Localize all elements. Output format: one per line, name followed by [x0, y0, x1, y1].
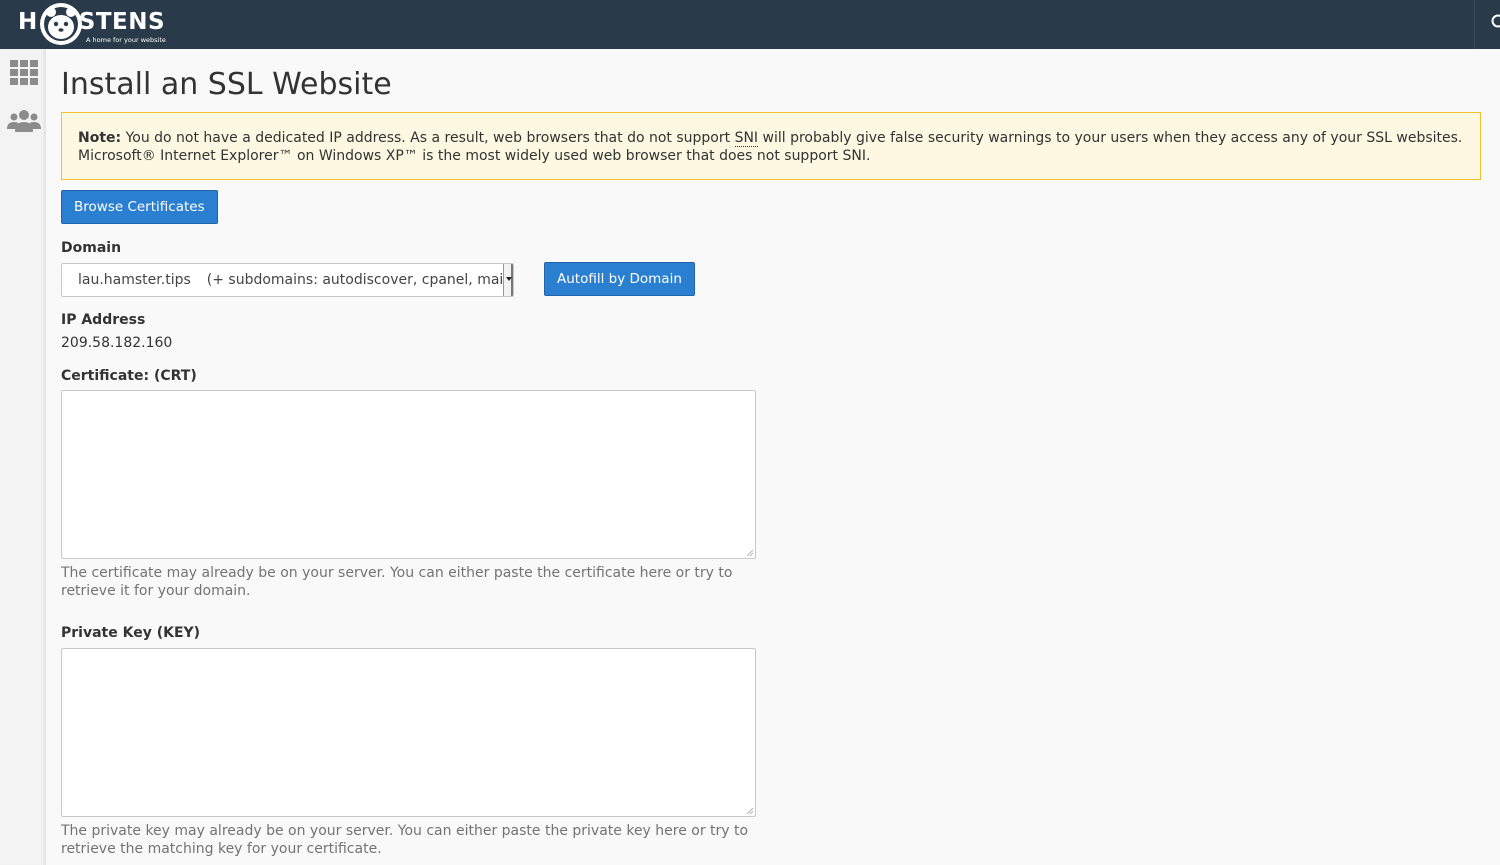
alert-line-2: Microsoft® Internet Explorer™ on Windows…	[78, 148, 871, 164]
alert-note-label: Note:	[78, 130, 122, 146]
sni-warning-alert: Note: You do not have a dedicated IP add…	[61, 112, 1481, 180]
sni-abbreviation: SNI	[734, 130, 759, 147]
domain-select-value: lau.hamster.tips	[78, 272, 191, 288]
sidebar	[0, 49, 46, 865]
certificate-textarea[interactable]	[61, 390, 756, 559]
users-icon[interactable]	[6, 107, 42, 137]
domain-label: Domain	[61, 240, 122, 256]
ip-address-label: IP Address	[61, 312, 146, 328]
private-key-label: Private Key (KEY)	[61, 625, 201, 641]
private-key-textarea[interactable]	[61, 648, 756, 817]
certificate-help-text: The certificate may already be on your s…	[61, 565, 733, 599]
browse-certificates-button[interactable]: Browse Certificates	[61, 190, 218, 224]
hamster-mascot-icon	[40, 3, 82, 45]
certificate-label: Certificate: (CRT)	[61, 368, 197, 384]
hostens-logo[interactable]: H STENS A home for your website	[18, 2, 178, 47]
autofill-by-domain-button[interactable]: Autofill by Domain	[544, 262, 695, 296]
resize-grip-icon[interactable]	[745, 548, 754, 557]
alert-line-1: Note: You do not have a dedicated IP add…	[78, 129, 1464, 147]
domain-select[interactable]: lau.hamster.tips (+ subdomains: autodisco…	[61, 263, 514, 297]
ip-address-value: 209.58.182.160	[61, 335, 173, 351]
alert-text-after: will probably give false security warnin…	[758, 130, 1463, 146]
logo-tagline: A home for your website	[86, 36, 166, 44]
resize-grip-icon[interactable]	[745, 806, 754, 815]
chevron-down-icon[interactable]	[503, 264, 513, 296]
page-title: Install an SSL Website	[61, 67, 392, 102]
grid-icon[interactable]	[6, 58, 42, 88]
alert-text-before: You do not have a dedicated IP address. …	[121, 130, 735, 146]
private-key-help-text: The private key may already be on your s…	[61, 823, 749, 857]
search-icon[interactable]	[1489, 12, 1500, 34]
top-bar: H STENS A home for your website	[0, 0, 1500, 49]
topbar-divider	[1474, 0, 1475, 49]
domain-select-subdomains: (+ subdomains: autodiscover, cpanel, mai…	[206, 272, 512, 288]
